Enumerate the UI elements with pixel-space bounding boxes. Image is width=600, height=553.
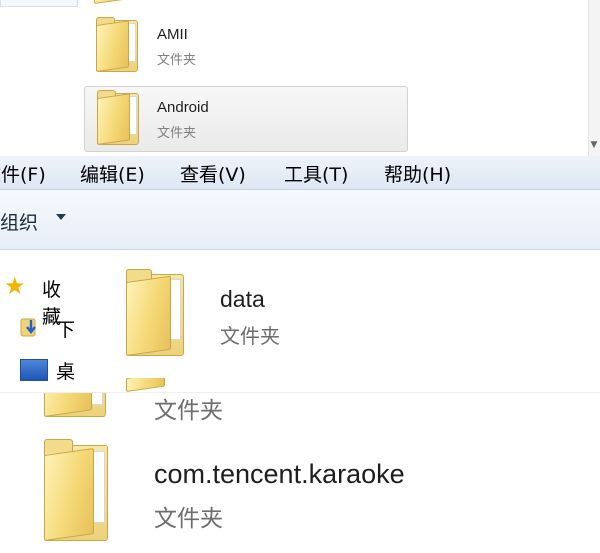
list-item-android[interactable]: Android 文件夹 bbox=[84, 86, 408, 152]
item-type: 文件夹 bbox=[154, 398, 223, 424]
folder-icon bbox=[44, 393, 106, 417]
nav-item-label: 下 bbox=[56, 319, 76, 341]
top-file-list: AMII 文件夹 Android 文件夹 ▼ bbox=[0, 0, 600, 156]
nav-item-downloads[interactable]: 下 bbox=[20, 314, 78, 342]
item-type: 文件夹 bbox=[157, 126, 197, 141]
item-type: 文件夹 bbox=[154, 506, 223, 532]
menu-tools[interactable]: 工具(T) bbox=[284, 160, 348, 187]
folder-icon bbox=[126, 378, 176, 392]
nav-item-label: 桌 bbox=[56, 361, 76, 383]
menu-view[interactable]: 查看(V) bbox=[180, 160, 246, 187]
nav-pane-edge bbox=[0, 0, 78, 7]
desktop-icon bbox=[20, 359, 48, 381]
navigation-pane: ★ 收藏 下 桌 bbox=[0, 250, 79, 392]
bottom-file-list: 文件夹 com.tencent.karaoke 文件夹 bbox=[0, 392, 600, 553]
folder-icon bbox=[97, 89, 139, 145]
chevron-down-icon[interactable] bbox=[56, 214, 66, 220]
folder-icon bbox=[94, 0, 134, 4]
command-bar: 组织 bbox=[0, 190, 600, 250]
item-name: AMII bbox=[157, 26, 188, 43]
list-item-amii[interactable]: AMII 文件夹 bbox=[84, 10, 408, 80]
menu-bar: 文件(F) 编辑(E) 查看(V) 工具(T) 帮助(H) bbox=[0, 156, 600, 190]
list-item-data[interactable]: data 文件夹 bbox=[118, 266, 418, 366]
list-item-partial[interactable]: 文件夹 bbox=[40, 393, 540, 427]
item-name: data bbox=[220, 286, 265, 312]
scroll-down-arrow-icon[interactable]: ▼ bbox=[590, 140, 598, 150]
folder-icon bbox=[96, 16, 138, 72]
item-name: com.tencent.karaoke bbox=[154, 459, 405, 489]
download-folder-icon bbox=[20, 318, 36, 337]
nav-item-desktop[interactable]: 桌 bbox=[20, 356, 78, 384]
menu-edit[interactable]: 编辑(E) bbox=[80, 160, 145, 187]
list-item-com-tencent-karaoke[interactable]: com.tencent.karaoke 文件夹 bbox=[40, 437, 560, 547]
star-icon: ★ bbox=[4, 272, 26, 300]
item-type: 文件夹 bbox=[157, 53, 197, 68]
item-type: 文件夹 bbox=[220, 324, 280, 348]
vertical-scrollbar[interactable] bbox=[588, 0, 600, 156]
organize-button[interactable]: 组织 bbox=[0, 208, 38, 235]
folder-icon bbox=[44, 439, 108, 541]
menu-help[interactable]: 帮助(H) bbox=[384, 160, 451, 187]
nav-item-favorites[interactable]: ★ 收藏 bbox=[4, 272, 78, 328]
menu-file[interactable]: 文件(F) bbox=[0, 160, 46, 187]
folder-icon bbox=[126, 269, 184, 356]
item-name: Android bbox=[157, 99, 209, 116]
content-file-list: data 文件夹 bbox=[78, 250, 600, 392]
